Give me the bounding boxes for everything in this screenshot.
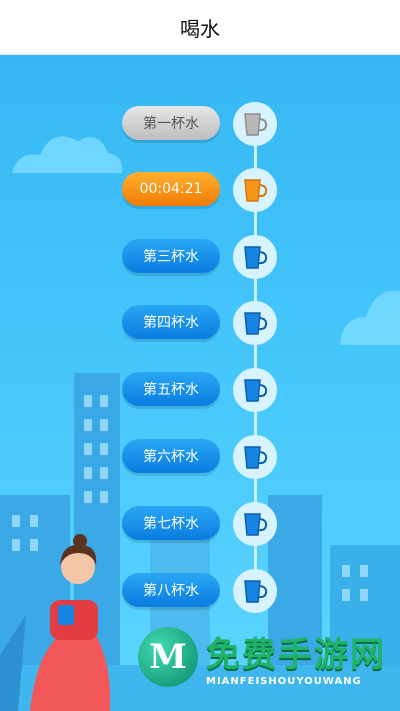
cup-button-8[interactable]: 第八杯水: [122, 573, 220, 607]
cup-button-1[interactable]: 第一杯水: [122, 106, 220, 140]
cup-button-3[interactable]: 第三杯水: [122, 239, 220, 273]
cup-button-6[interactable]: 第六杯水: [122, 439, 220, 473]
cup-icon: [233, 502, 277, 546]
cup-row-8: 第八杯水: [0, 569, 400, 613]
watermark-en: MIANFEISHOUYOUWANG: [206, 676, 362, 687]
cup-button-4[interactable]: 第四杯水: [122, 305, 220, 339]
cup-icon: [233, 301, 277, 345]
cup-row-3: 第三杯水: [0, 235, 400, 279]
watermark-mark: M: [138, 627, 198, 687]
app-header: 喝水: [0, 0, 400, 55]
cup-button-5[interactable]: 第五杯水: [122, 372, 220, 406]
cup-row-7: 第七杯水: [0, 502, 400, 546]
cup-icon: [233, 235, 277, 279]
cup-icon: [233, 368, 277, 412]
watermark-logo: M 免费手游网 MIANFEISHOUYOUWANG: [138, 627, 386, 687]
cup-timer-button[interactable]: 00:04:21: [122, 172, 220, 206]
cup-icon: [233, 168, 277, 212]
watermark-cn: 免费手游网: [206, 635, 386, 675]
cup-icon: [233, 569, 277, 613]
page-title: 喝水: [180, 16, 220, 41]
cup-icon: [233, 102, 277, 146]
cup-row-5: 第五杯水: [0, 368, 400, 412]
cup-button-7[interactable]: 第七杯水: [122, 506, 220, 540]
cup-row-4: 第四杯水: [0, 301, 400, 345]
cup-row-6: 第六杯水: [0, 435, 400, 479]
watermark-text: 免费手游网 MIANFEISHOUYOUWANG: [206, 627, 386, 687]
cup-icon: [233, 435, 277, 479]
water-scene: 第一杯水 00:04:21 第三杯水 第四杯水 第五杯水 第六杯水 第七杯水 第…: [0, 55, 400, 711]
cup-row-2: 00:04:21: [0, 168, 400, 212]
cup-row-1: 第一杯水: [0, 102, 400, 146]
cup-timeline: 第一杯水 00:04:21 第三杯水 第四杯水 第五杯水 第六杯水 第七杯水 第…: [0, 55, 400, 711]
